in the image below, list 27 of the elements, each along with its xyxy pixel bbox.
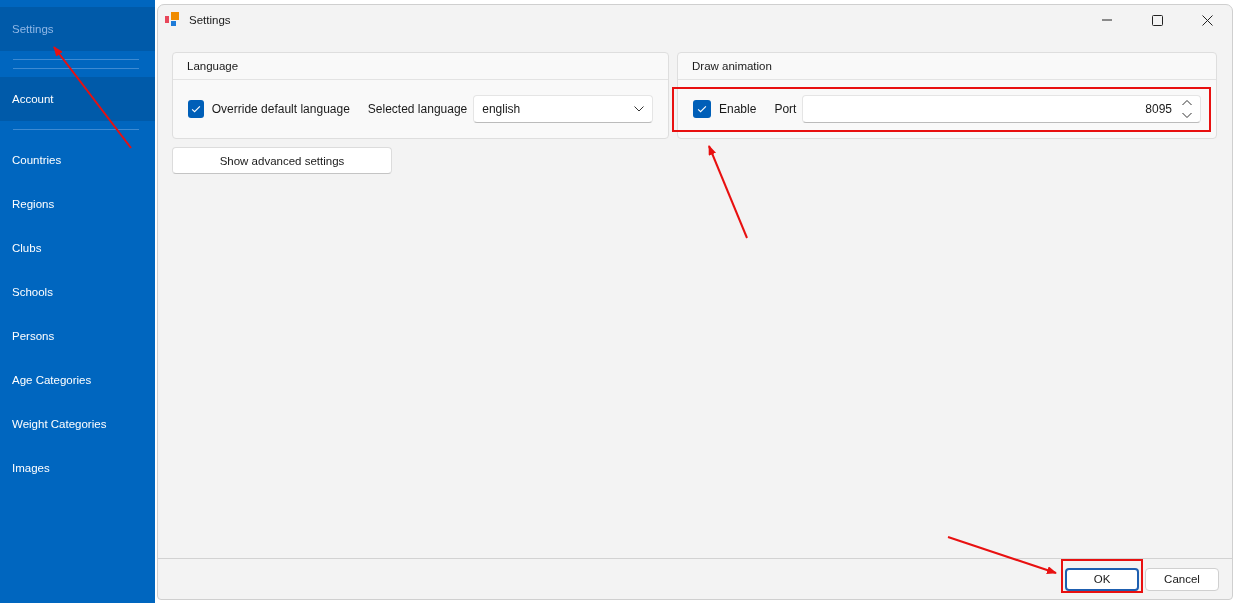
- dialog-button[interactable]: OK: [1065, 567, 1139, 591]
- app-logo-icon: [165, 12, 181, 28]
- sidebar-item[interactable]: Schools: [0, 270, 155, 314]
- port-input[interactable]: 8095: [802, 95, 1201, 123]
- sidebar-item[interactable]: Countries: [0, 138, 155, 182]
- sidebar-item[interactable]: Weight Categories: [0, 402, 155, 446]
- sidebar-item[interactable]: Regions: [0, 182, 155, 226]
- show-advanced-settings-button[interactable]: Show advanced settings: [172, 147, 392, 174]
- language-dropdown[interactable]: english: [473, 95, 653, 123]
- sidebar-item[interactable]: Settings: [0, 7, 155, 51]
- sidebar-item[interactable]: Account: [0, 77, 155, 121]
- group-title: Language: [173, 53, 668, 80]
- checkbox-label: Override default language: [211, 102, 350, 116]
- checkbox[interactable]: [188, 100, 204, 118]
- group-title: Draw animation: [678, 53, 1216, 80]
- field-label: Port: [774, 102, 797, 116]
- window-title: Settings: [189, 14, 232, 26]
- dialog-button[interactable]: Cancel: [1145, 567, 1219, 591]
- spinner-arrows-icon[interactable]: [1182, 100, 1192, 118]
- sidebar-item[interactable]: Persons: [0, 314, 155, 358]
- checkbox[interactable]: [693, 100, 711, 118]
- sidebar-item[interactable]: Images: [0, 446, 155, 490]
- field-label: Selected language: [367, 102, 468, 116]
- checkbox-label: Enable: [719, 102, 757, 116]
- sidebar-item[interactable]: Age Categories: [0, 358, 155, 402]
- chevron-down-icon: [634, 106, 644, 112]
- sidebar-item[interactable]: Clubs: [0, 226, 155, 270]
